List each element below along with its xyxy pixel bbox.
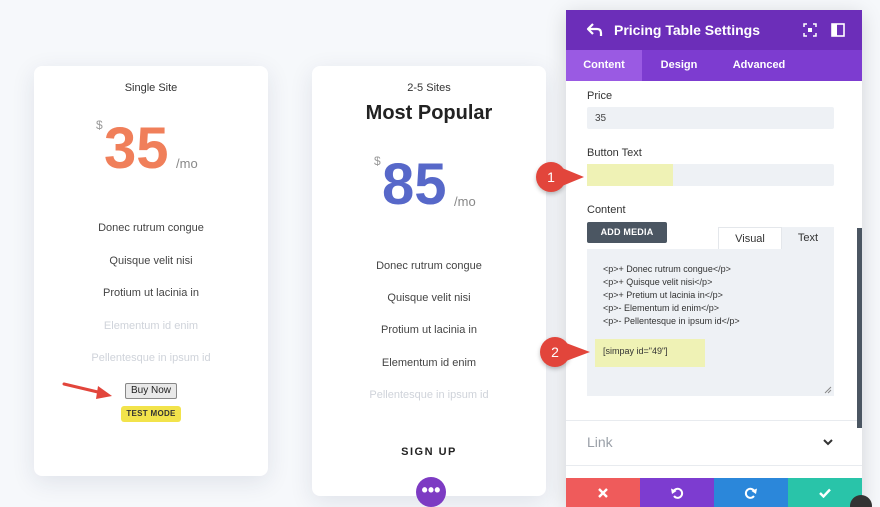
price-period: /mo (176, 156, 198, 171)
cancel-button[interactable] (566, 478, 640, 507)
feature-item-disabled: Pellentesque in ipsum id (91, 352, 211, 364)
badge-pointer-icon (562, 168, 584, 186)
panel-header: Pricing Table Settings (566, 10, 862, 50)
price: $ 35 /mo (34, 116, 268, 196)
editor-tab-visual[interactable]: Visual (718, 227, 782, 249)
undo-icon (671, 487, 684, 499)
test-mode-badge: TEST MODE (121, 406, 181, 422)
code-line: <p>- Pellentesque in ipsum id</p> (603, 316, 740, 326)
settings-panel: Pricing Table Settings Content Design Ad… (566, 10, 862, 507)
close-icon (598, 487, 608, 498)
editor-tab-text[interactable]: Text (782, 227, 834, 249)
plan-subtitle: Most Popular (365, 102, 493, 124)
currency-symbol: $ (96, 118, 103, 132)
pricing-card-2-5-sites: 2-5 Sites Most Popular $ 85 /mo Donec ru… (312, 66, 546, 496)
badge-pointer-icon (566, 343, 590, 361)
chevron-down-icon[interactable] (822, 438, 834, 446)
buy-now-button[interactable]: Buy Now (125, 383, 177, 399)
plan-name: 2-5 Sites (407, 82, 451, 94)
code-line: <p>- Elementum id enim</p> (603, 303, 720, 313)
currency-symbol: $ (374, 154, 381, 168)
feature-item: Donec rutrum congue (376, 260, 482, 272)
content-editor[interactable]: <p>+ Donec rutrum congue</p> <p>+ Quisqu… (587, 249, 834, 396)
price: $ 85 /mo (312, 152, 546, 232)
divider (566, 420, 862, 421)
shortcode-text: [simpay id="49"] (603, 346, 668, 356)
undo-button[interactable] (640, 478, 714, 507)
feature-item: Protium ut lacinia in (103, 287, 199, 299)
feature-item: Quisque velit nisi (109, 255, 193, 267)
arrow-annotation-icon (62, 382, 112, 399)
expand-handle-icon[interactable] (850, 495, 872, 507)
price-amount: 35 (104, 116, 169, 181)
pricing-card-single-site: Single Site $ 35 /mo Donec rutrum congue… (34, 66, 268, 476)
link-section-toggle[interactable]: Link (587, 434, 613, 450)
panel-title: Pricing Table Settings (614, 22, 760, 38)
content-label: Content (587, 204, 626, 216)
more-options-button[interactable]: ••• (416, 477, 446, 507)
feature-item-disabled: Elementum id enim (103, 320, 199, 332)
settings-tabs: Content Design Advanced (566, 50, 862, 81)
tab-design[interactable]: Design (642, 50, 716, 81)
checkmark-icon (819, 488, 831, 498)
back-arrow-icon[interactable] (586, 21, 604, 39)
scrollbar[interactable] (857, 228, 862, 428)
code-line: <p>+ Pretium ut lacinia in</p> (603, 290, 723, 300)
price-period: /mo (454, 194, 476, 209)
button-text-label: Button Text (587, 147, 642, 159)
plan-name: Single Site (124, 82, 178, 94)
tab-advanced[interactable]: Advanced (716, 50, 802, 81)
resize-handle-icon[interactable] (824, 386, 832, 394)
feature-item: Quisque velit nisi (387, 292, 471, 304)
redo-button[interactable] (714, 478, 788, 507)
price-amount: 85 (382, 152, 447, 217)
add-media-button[interactable]: ADD MEDIA (587, 222, 667, 243)
code-line: <p>+ Donec rutrum congue</p> (603, 264, 731, 274)
feature-item: Donec rutrum congue (98, 222, 204, 234)
tab-content[interactable]: Content (566, 50, 642, 81)
sidebar-toggle-icon[interactable] (831, 23, 845, 37)
price-label: Price (587, 90, 613, 102)
redo-icon (744, 487, 757, 499)
code-line: <p>+ Quisque velit nisi</p> (603, 277, 713, 287)
feature-item-disabled: Pellentesque in ipsum id (369, 389, 489, 401)
feature-item: Elementum id enim (381, 357, 477, 369)
fullscreen-icon[interactable] (803, 23, 817, 37)
sign-up-button[interactable]: SIGN UP (312, 446, 546, 458)
feature-item: Protium ut lacinia in (381, 324, 477, 336)
divider (566, 465, 862, 466)
price-input[interactable] (587, 107, 834, 129)
input-highlight (587, 164, 673, 186)
